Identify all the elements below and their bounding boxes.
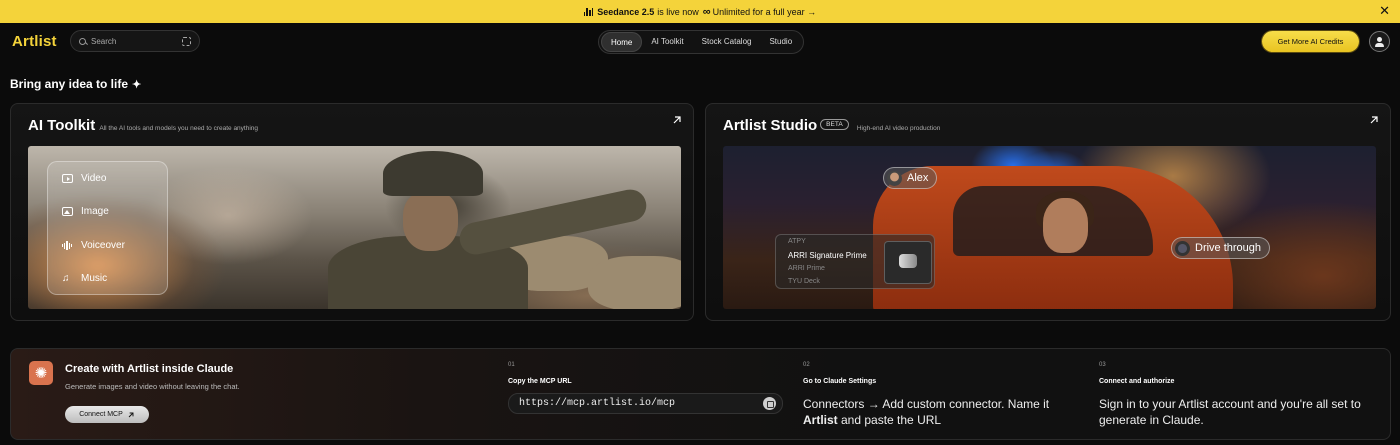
toolkit-menu: Video Image Voiceover ♫ Music [47, 161, 168, 295]
search-icon [79, 37, 86, 45]
step-number: 01 [508, 362, 515, 368]
step-number: 02 [803, 362, 810, 368]
arrow-up-right-icon[interactable] [671, 114, 683, 126]
card-title: AI Toolkit All the AI tools and models y… [28, 117, 258, 134]
mcp-url[interactable]: https://mcp.artlist.io/mcp [519, 398, 675, 409]
lens-option-selected[interactable]: ARRI Signature Prime [788, 251, 867, 260]
artlist-studio-card[interactable]: Artlist Studio BETA High-end AI video pro… [705, 103, 1391, 321]
banner-promo-link[interactable]: Unlimited for a full year → [713, 7, 817, 17]
studio-title: Artlist Studio [723, 117, 818, 134]
lens-selector[interactable]: ATPY ARRI Signature Prime ARRI Prime TYU… [775, 234, 935, 289]
step-label: Connect and authorize [1099, 378, 1175, 385]
seedance-logo-icon [583, 7, 594, 16]
search-box[interactable] [70, 30, 200, 52]
music-icon: ♫ [62, 273, 70, 284]
card-title: Artlist Studio BETA High-end AI video pro… [723, 117, 940, 134]
lens-option[interactable]: ATPY [788, 238, 806, 245]
studio-hero-image: Alex Drive through ATPY ARRI Signature P… [723, 146, 1376, 309]
car-thumbnail [1175, 240, 1190, 256]
close-icon[interactable]: ✕ [1379, 3, 1390, 19]
lens-thumbnail [884, 241, 932, 284]
headline-text: Bring any idea to life [10, 77, 129, 91]
arrow-up-right-icon[interactable] [1368, 114, 1380, 126]
ai-toolkit-card[interactable]: AI Toolkit All the AI tools and models y… [10, 103, 694, 321]
tab-stock-catalog[interactable]: Stock Catalog [693, 32, 761, 52]
claude-mcp-panel: ✺ Create with Artlist inside Claude Gene… [10, 348, 1391, 440]
beta-badge: BETA [820, 119, 849, 130]
step-label: Copy the MCP URL [508, 378, 572, 385]
claude-logo-icon: ✺ [29, 361, 53, 385]
step-1: 01 Copy the MCP URL https://mcp.artlist.… [508, 362, 788, 414]
character-pill[interactable]: Alex [883, 167, 938, 189]
artlist-logo[interactable]: Artlist [12, 33, 57, 50]
toolkit-title: AI Toolkit [28, 117, 96, 134]
step-3: 03 Connect and authorize Sign in to your… [1099, 362, 1379, 428]
tab-studio[interactable]: Studio [760, 32, 801, 52]
mcp-url-field[interactable]: https://mcp.artlist.io/mcp [508, 393, 783, 414]
step-description: Sign in to your Artlist account and you'… [1099, 397, 1361, 427]
connect-mcp-button[interactable]: Connect MCP [65, 406, 149, 423]
claude-subtitle: Generate images and video without leavin… [65, 382, 240, 391]
image-search-icon[interactable] [182, 36, 191, 46]
user-icon [1377, 37, 1382, 42]
copy-icon[interactable] [763, 397, 776, 410]
get-credits-button[interactable]: Get More AI Credits [1262, 31, 1359, 52]
lens-option[interactable]: TYU Deck [788, 278, 820, 285]
tab-ai-toolkit[interactable]: AI Toolkit [642, 32, 692, 52]
step-description: Connectors → Add custom connector. Name … [803, 397, 1050, 427]
step-number: 03 [1099, 362, 1106, 368]
lens-option[interactable]: ARRI Prime [788, 265, 825, 272]
banner-brand: Seedance 2.5 [597, 6, 655, 17]
sparkle-icon: ✦ [132, 79, 142, 91]
toolkit-hero-image: Video Image Voiceover ♫ Music [28, 146, 681, 309]
main-tabs: Home AI Toolkit Stock Catalog Studio [598, 30, 805, 54]
arrow-up-right-icon [128, 412, 134, 417]
claude-title: Create with Artlist inside Claude [65, 363, 234, 375]
video-icon [62, 174, 73, 183]
step-label: Go to Claude Settings [803, 378, 877, 385]
step-2: 02 Go to Claude Settings Connectors → Ad… [803, 362, 1083, 428]
banner-text: is live now [657, 6, 699, 17]
infinity-icon: ∞ [702, 5, 711, 18]
toolkit-subtitle: All the AI tools and models you need to … [99, 125, 259, 132]
promo-banner[interactable]: Seedance 2.5 is live now ∞ Unlimited for… [0, 0, 1400, 23]
menu-item-video[interactable]: Video [62, 173, 106, 184]
studio-subtitle: High-end AI video production [856, 125, 941, 132]
character-avatar [887, 170, 902, 186]
user-avatar[interactable] [1369, 31, 1390, 52]
tab-home[interactable]: Home [601, 32, 643, 52]
search-input[interactable] [91, 36, 181, 46]
menu-item-music[interactable]: ♫ Music [62, 273, 107, 284]
menu-item-voiceover[interactable]: Voiceover [62, 240, 125, 251]
action-pill[interactable]: Drive through [1171, 237, 1271, 259]
image-icon [62, 207, 73, 216]
page-headline: Bring any idea to life ✦ [10, 77, 141, 91]
voiceover-icon [62, 241, 73, 250]
menu-item-image[interactable]: Image [62, 206, 109, 217]
top-nav: Artlist Home AI Toolkit Stock Catalog St… [0, 23, 1400, 63]
